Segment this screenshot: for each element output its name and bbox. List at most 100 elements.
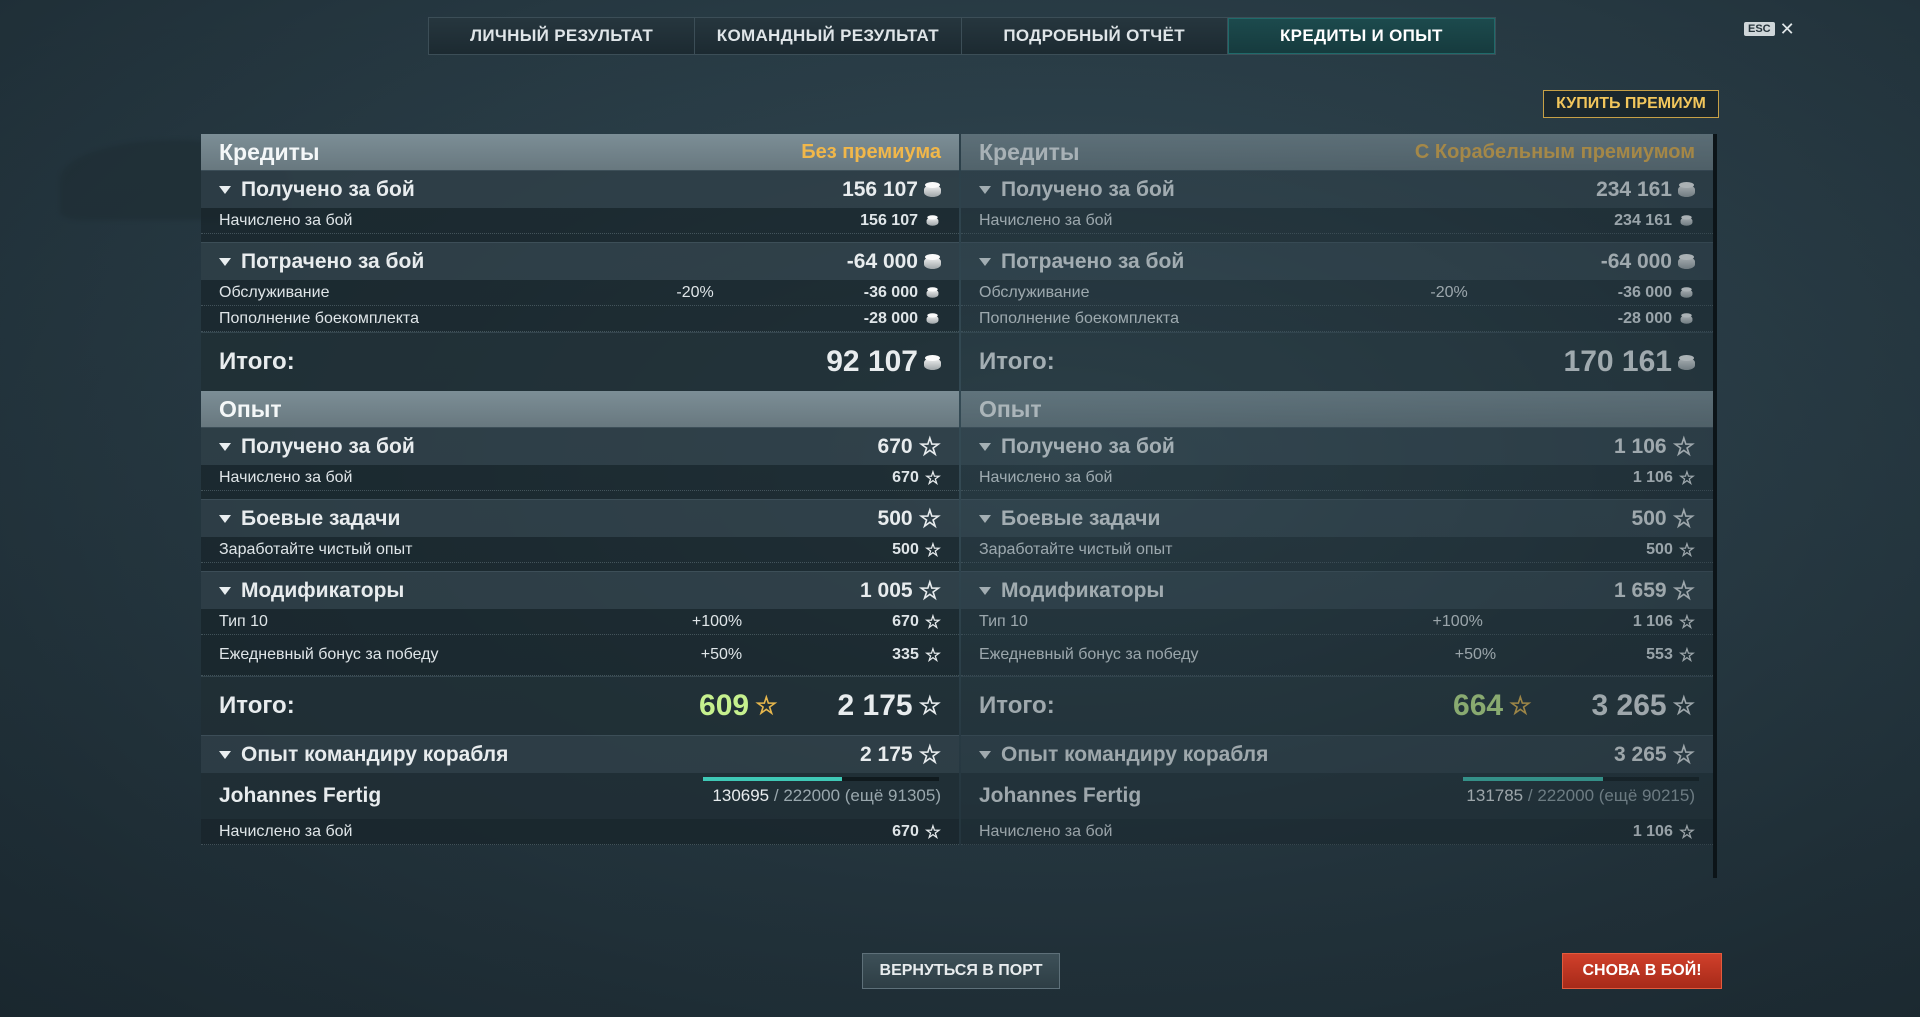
group-label: Модификаторы bbox=[1001, 578, 1165, 602]
collapse-arrow-icon bbox=[219, 442, 231, 451]
scrollbar[interactable] bbox=[1713, 134, 1717, 878]
esc-key-icon: ESC bbox=[1744, 22, 1775, 36]
collapse-arrow-icon bbox=[219, 185, 231, 194]
commander-xp-group[interactable]: Опыт командиру корабля 3 265 ☆ bbox=[961, 735, 1713, 773]
group-label: Получено за бой bbox=[1001, 434, 1175, 458]
row-percent: +100% bbox=[691, 612, 743, 630]
credits-row: Начислено за бой 156 107 bbox=[201, 208, 959, 234]
combat-tasks-group[interactable]: Боевые задачи 500 ☆ bbox=[961, 499, 1713, 537]
credits-icon bbox=[924, 182, 941, 197]
row-label: Ежедневный бонус за победу bbox=[979, 646, 1199, 663]
xp-earned-group[interactable]: Получено за бой 1 106 ☆ bbox=[961, 427, 1713, 465]
collapse-arrow-icon bbox=[219, 257, 231, 266]
commander-xp-current: 131785 bbox=[1466, 786, 1524, 805]
group-value: 1 106 bbox=[1614, 434, 1667, 458]
credits-title: Кредиты bbox=[219, 138, 320, 165]
xp-star-icon: ☆ bbox=[924, 611, 941, 632]
row-value: 1 106 bbox=[1632, 612, 1673, 630]
total-value: 170 161 bbox=[1563, 345, 1672, 378]
credits-earned-group[interactable]: Получено за бой 156 107 bbox=[201, 170, 959, 208]
commander-name: Johannes Fertig bbox=[979, 784, 1142, 807]
battle-again-button[interactable]: СНОВА В БОЙ! bbox=[1562, 953, 1722, 989]
xp-earned-group[interactable]: Получено за бой 670 ☆ bbox=[201, 427, 959, 465]
xp-star-icon: ☆ bbox=[1672, 504, 1695, 533]
group-value: 500 bbox=[877, 506, 913, 530]
progress-fill bbox=[1463, 777, 1604, 781]
commander-name: Johannes Fertig bbox=[219, 784, 382, 807]
row-label: Тип 10 bbox=[219, 612, 268, 630]
modifiers-group[interactable]: Модификаторы 1 659 ☆ bbox=[961, 571, 1713, 609]
row-value: 1 106 bbox=[1632, 822, 1673, 840]
tab-bar: ЛИЧНЫЙ РЕЗУЛЬТАТ КОМАНДНЫЙ РЕЗУЛЬТАТ ПОД… bbox=[428, 17, 1496, 55]
credits-spent-group[interactable]: Потрачено за бой -64 000 bbox=[961, 242, 1713, 280]
group-value: 2 175 bbox=[860, 742, 913, 766]
xp-row: Заработайте чистый опыт 500 ☆ bbox=[201, 537, 959, 563]
group-label: Получено за бой bbox=[241, 434, 415, 458]
group-label: Опыт командиру корабля bbox=[1001, 742, 1269, 766]
credits-icon bbox=[924, 254, 941, 269]
credits-header: Кредиты Без премиума bbox=[201, 134, 959, 170]
modifiers-group[interactable]: Модификаторы 1 005 ☆ bbox=[201, 571, 959, 609]
xp-row: Ежедневный бонус за победу +50% 335 ☆ bbox=[201, 635, 959, 676]
total-value: 92 107 bbox=[826, 345, 918, 378]
return-to-port-button[interactable]: ВЕРНУТЬСЯ В ПОРТ bbox=[862, 953, 1060, 989]
credits-icon bbox=[1678, 354, 1695, 370]
group-value: -64 000 bbox=[1600, 249, 1672, 273]
commander-xp-group[interactable]: Опыт командиру корабля 2 175 ☆ bbox=[201, 735, 959, 773]
tab-detailed-report[interactable]: ПОДРОБНЫЙ ОТЧЁТ bbox=[961, 18, 1228, 54]
row-value: 234 161 bbox=[1614, 211, 1672, 229]
close-button[interactable]: ESC ✕ bbox=[1744, 20, 1795, 38]
spacer bbox=[961, 234, 1713, 242]
buy-premium-button[interactable]: КУПИТЬ ПРЕМИУМ bbox=[1543, 90, 1719, 118]
combat-tasks-group[interactable]: Боевые задачи 500 ☆ bbox=[201, 499, 959, 537]
row-label: Обслуживание bbox=[979, 283, 1090, 301]
total-label: Итого: bbox=[219, 692, 295, 719]
xp-row: Начислено за бой 670 ☆ bbox=[201, 465, 959, 491]
commander-xp-remaining: / 222000 (ещё 91305) bbox=[773, 786, 941, 805]
total-value: 3 265 bbox=[1591, 689, 1667, 722]
collapse-arrow-icon bbox=[979, 586, 991, 595]
xp-header: Опыт bbox=[201, 391, 959, 427]
row-label: Заработайте чистый опыт bbox=[219, 540, 413, 558]
spacer bbox=[961, 563, 1713, 571]
credits-spent-group[interactable]: Потрачено за бой -64 000 bbox=[201, 242, 959, 280]
credits-total: Итого: 92 107 bbox=[201, 332, 959, 391]
tab-credits-and-xp[interactable]: КРЕДИТЫ И ОПЫТ bbox=[1227, 18, 1495, 54]
credits-row: Обслуживание -20% -36 000 bbox=[201, 280, 959, 306]
credits-icon bbox=[1680, 215, 1693, 226]
tab-personal-result[interactable]: ЛИЧНЫЙ РЕЗУЛЬТАТ bbox=[429, 18, 696, 54]
credits-earned-group[interactable]: Получено за бой 234 161 bbox=[961, 170, 1713, 208]
row-label: Заработайте чистый опыт bbox=[979, 540, 1173, 558]
credits-icon bbox=[926, 313, 939, 324]
panel-no-premium: Кредиты Без премиума Получено за бой 156… bbox=[201, 134, 959, 845]
xp-star-icon: ☆ bbox=[918, 740, 941, 769]
row-value: 500 bbox=[1646, 540, 1673, 558]
credits-row: Пополнение боекомплекта -28 000 bbox=[201, 306, 959, 332]
xp-row: Начислено за бой 1 106 ☆ bbox=[961, 465, 1713, 491]
commander-progress-bar bbox=[1463, 777, 1699, 781]
collapse-arrow-icon bbox=[979, 185, 991, 194]
credits-icon bbox=[926, 287, 939, 298]
spacer bbox=[961, 491, 1713, 499]
tab-team-result[interactable]: КОМАНДНЫЙ РЕЗУЛЬТАТ bbox=[695, 18, 962, 54]
spacer bbox=[201, 234, 959, 242]
group-value: 1 005 bbox=[860, 578, 913, 602]
collapse-arrow-icon bbox=[219, 586, 231, 595]
row-value: 553 bbox=[1646, 646, 1673, 663]
progress-fill bbox=[703, 777, 842, 781]
credits-icon bbox=[1678, 182, 1695, 197]
xp-star-icon: ☆ bbox=[924, 539, 941, 560]
row-value: 156 107 bbox=[860, 211, 918, 229]
row-percent: -20% bbox=[1430, 283, 1468, 301]
xp-total: Итого: 664 ☆ 3 265 ☆ bbox=[961, 676, 1713, 735]
spacer bbox=[201, 491, 959, 499]
credits-icon bbox=[1680, 287, 1693, 298]
group-value: -64 000 bbox=[846, 249, 918, 273]
commander-row: Johannes Fertig 130695 / 222000 (ещё 913… bbox=[201, 773, 959, 819]
premium-mode-label: Без премиума bbox=[801, 140, 941, 163]
xp-star-icon: ☆ bbox=[918, 692, 941, 720]
xp-row: Начислено за бой 1 106 ☆ bbox=[961, 819, 1713, 845]
xp-star-icon: ☆ bbox=[1672, 692, 1695, 720]
row-label: Начислено за бой bbox=[979, 468, 1113, 486]
credits-row: Пополнение боекомплекта -28 000 bbox=[961, 306, 1713, 332]
